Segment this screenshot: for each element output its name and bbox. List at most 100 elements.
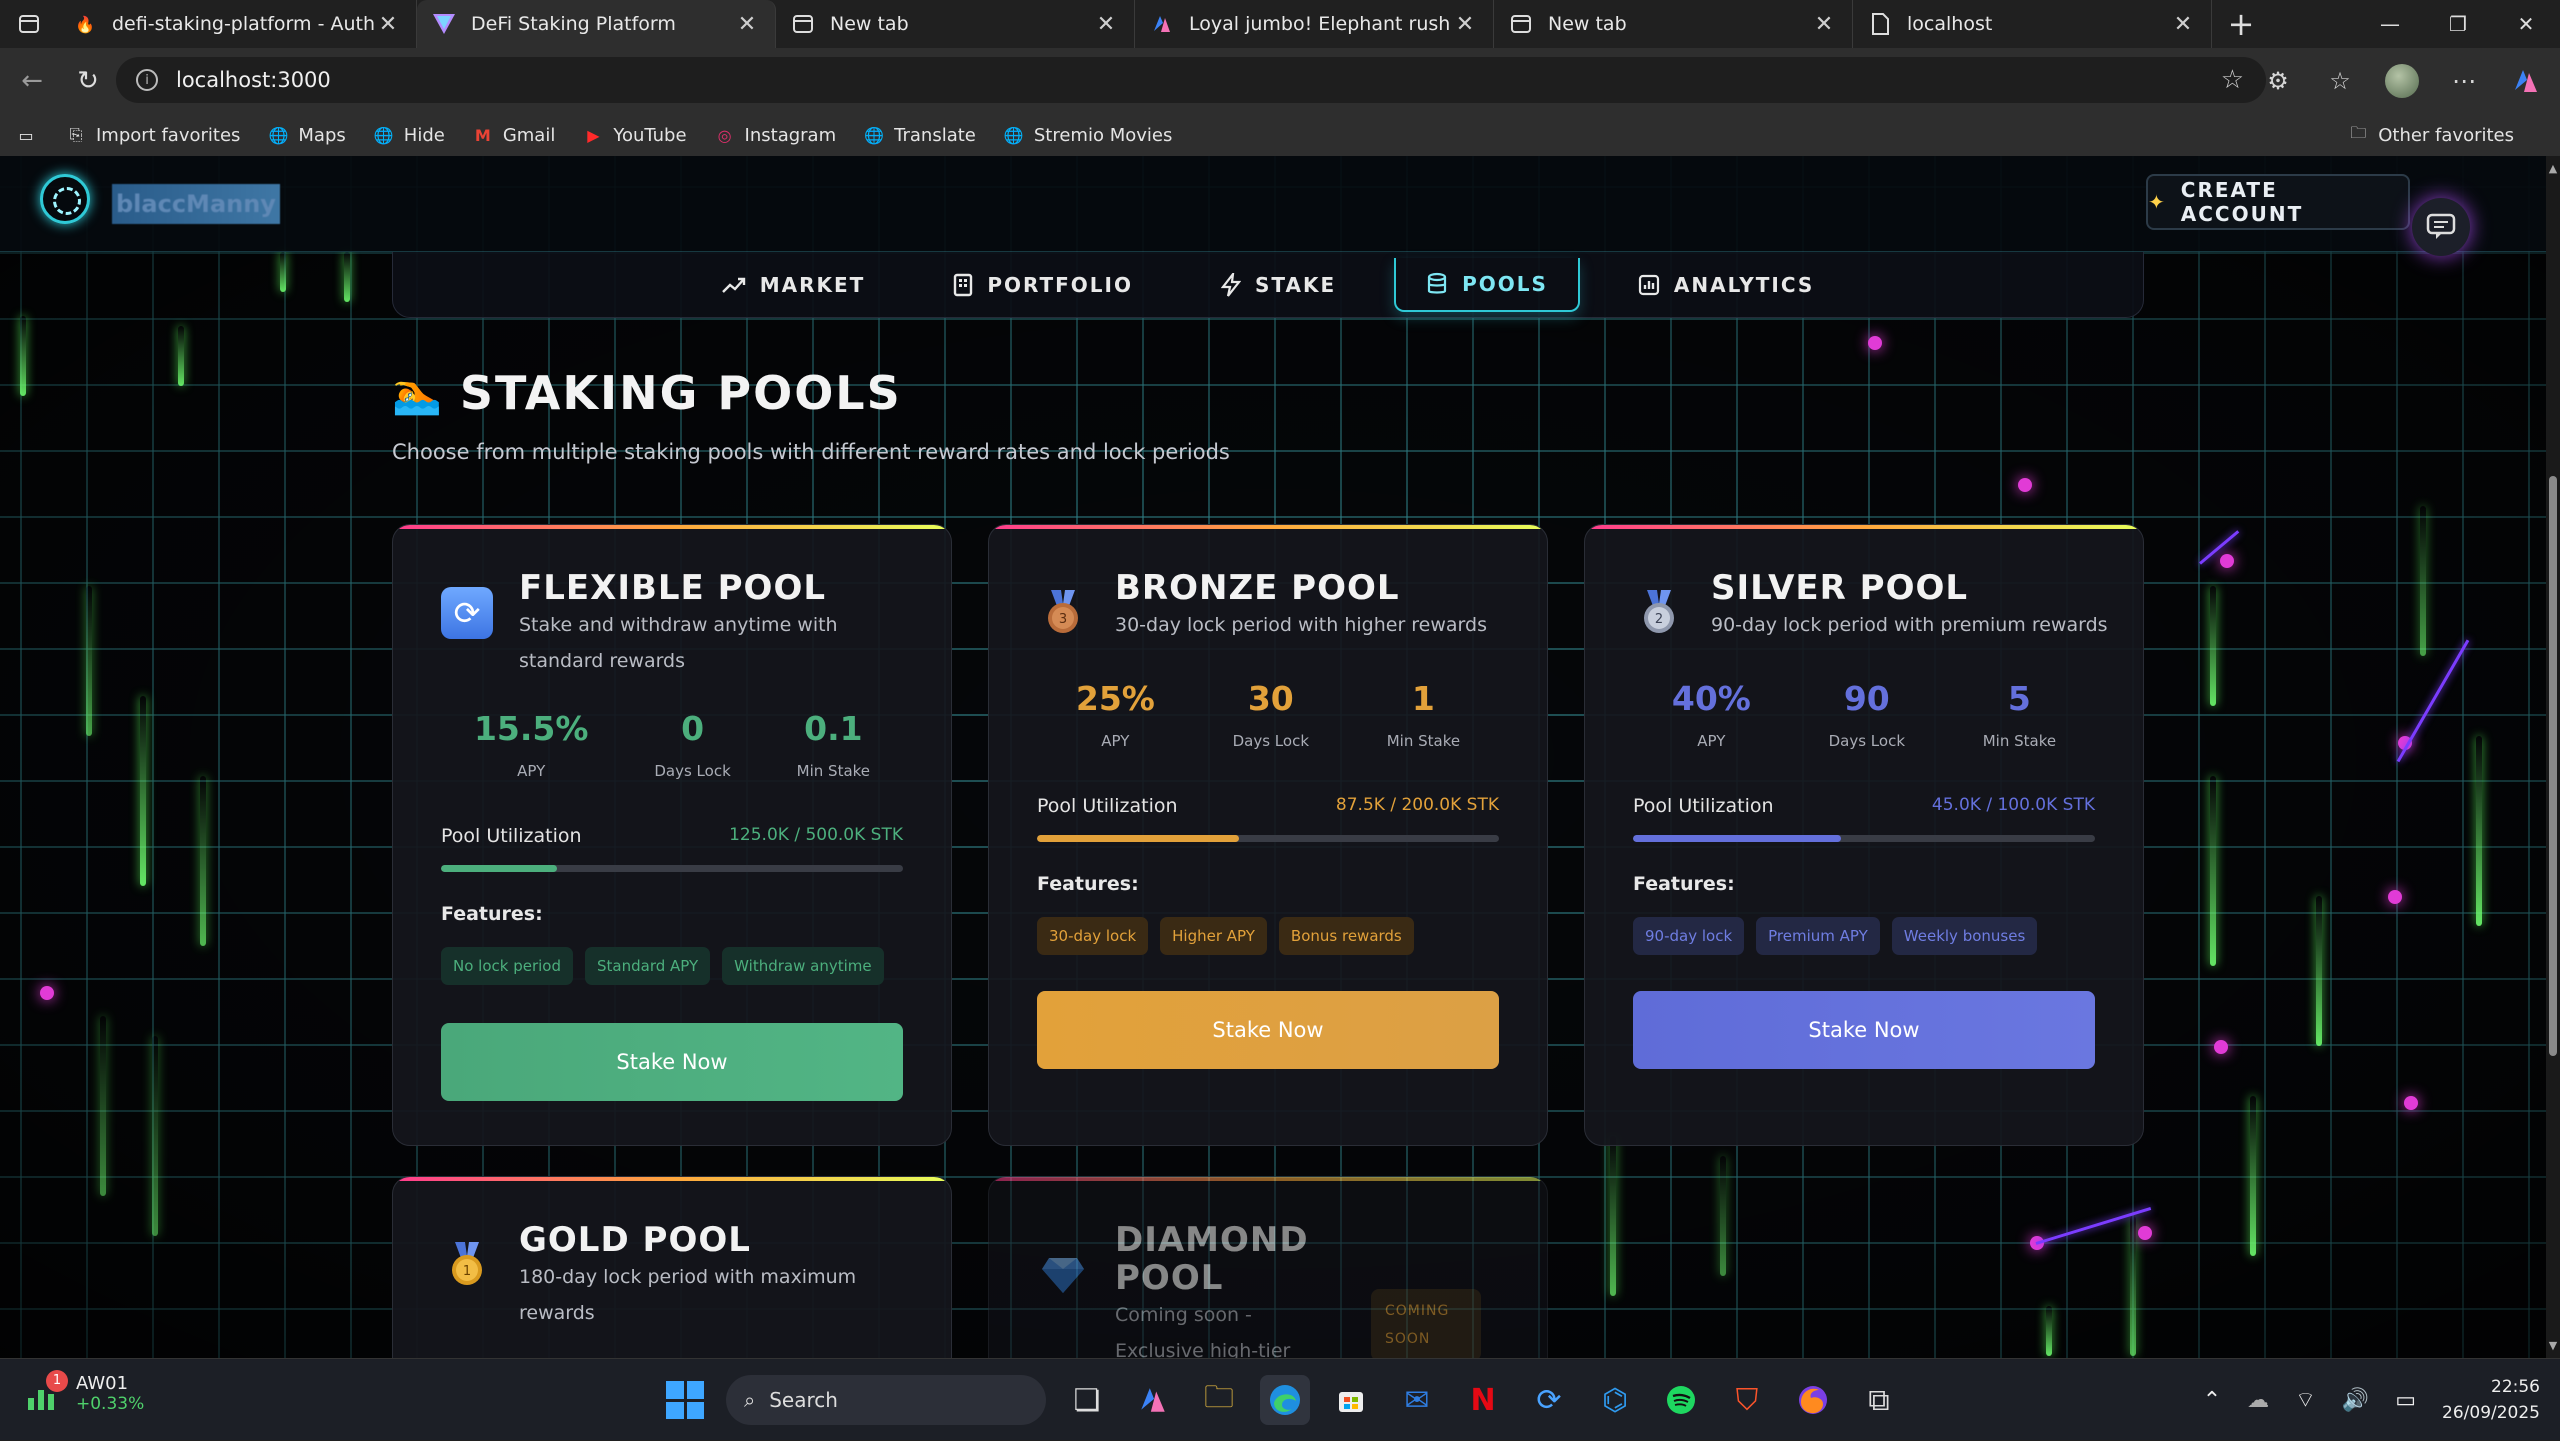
gmail-icon: M — [474, 125, 491, 145]
stat-label: APY — [517, 762, 546, 780]
chat-bubble-button[interactable] — [2412, 198, 2470, 256]
create-account-button[interactable]: ✦ CREATE ACCOUNT — [2146, 174, 2410, 230]
scrollbar-thumb[interactable] — [2549, 476, 2557, 1056]
copilot-app-icon[interactable] — [1128, 1375, 1178, 1425]
edge-browser-icon[interactable] — [1260, 1375, 1310, 1425]
close-tab-icon[interactable]: ✕ — [1810, 12, 1838, 37]
bookmark-stremio[interactable]: 🌐 Stremio Movies — [1002, 123, 1172, 147]
nav-stake[interactable]: STAKE — [1191, 259, 1366, 311]
page-scrollbar[interactable]: ▲ ▼ — [2546, 156, 2560, 1358]
nav-portfolio[interactable]: PORTFOLIO — [923, 259, 1163, 311]
file-explorer-icon[interactable]: 🗀 — [1194, 1375, 1244, 1425]
nav-analytics[interactable]: ANALYTICS — [1608, 259, 1844, 311]
stock-widget[interactable]: 1 AW01 +0.33% — [24, 1369, 144, 1414]
spotify-icon[interactable] — [1656, 1375, 1706, 1425]
bookmarks-menu-icon[interactable]: ▭ — [14, 123, 46, 147]
browser-tab-4[interactable]: Loyal jumbo! Elephant rushes to s ✕ — [1135, 0, 1494, 48]
close-tab-icon[interactable]: ✕ — [1092, 12, 1120, 37]
scroll-down-icon[interactable]: ▼ — [2546, 1339, 2560, 1352]
system-clock[interactable]: 22:56 26/09/2025 — [2442, 1374, 2540, 1426]
bookmark-hide[interactable]: 🌐 Hide — [372, 123, 445, 147]
reload-icon[interactable]: ↻ — [60, 53, 116, 109]
swimmer-icon: 🏊 — [392, 370, 442, 417]
volume-icon[interactable]: 🔊 — [2342, 1388, 2369, 1413]
store-icon[interactable] — [1326, 1375, 1376, 1425]
search-icon: ⌕ — [744, 1388, 756, 1412]
taskbar-search[interactable]: ⌕ Search — [726, 1375, 1046, 1425]
netflix-icon[interactable]: N — [1458, 1375, 1508, 1425]
back-arrow-icon[interactable]: ← — [4, 53, 60, 109]
bronze-medal-icon: 3 — [1037, 587, 1089, 639]
bookmark-translate[interactable]: 🌐 Translate — [862, 123, 976, 147]
svg-text:2: 2 — [1655, 612, 1663, 627]
bookmark-instagram[interactable]: ◎ Instagram — [713, 123, 837, 147]
onedrive-icon[interactable]: ☁ — [2247, 1388, 2269, 1413]
stat-value: 25% — [1075, 679, 1155, 718]
close-tab-icon[interactable]: ✕ — [374, 12, 402, 37]
stat-days-lock: 90 Days Lock — [1829, 679, 1905, 750]
stake-now-button-bronze[interactable]: Stake Now — [1037, 991, 1499, 1069]
start-button[interactable] — [660, 1375, 710, 1425]
bookmark-other-favorites[interactable]: 🗀 Other favorites — [2346, 114, 2514, 156]
stat-value: 30 — [1247, 679, 1294, 718]
logo-icon[interactable] — [40, 174, 90, 224]
tab-title: defi-staking-platform - Authentic — [112, 13, 374, 35]
bookmark-maps[interactable]: 🌐 Maps — [266, 123, 345, 147]
browser-tab-3[interactable]: New tab ✕ — [776, 0, 1135, 48]
brave-icon[interactable]: ⛉ — [1722, 1375, 1772, 1425]
stat-apy: 40% APY — [1672, 679, 1751, 750]
vscode-icon[interactable]: ⌬ — [1590, 1375, 1640, 1425]
pool-description: 180-day lock period with maximum rewards — [519, 1266, 857, 1324]
outlook-icon[interactable]: ✉ — [1392, 1375, 1442, 1425]
more-menu-icon[interactable]: ⋯ — [2440, 57, 2488, 105]
pool-name: BRONZE POOL — [1115, 568, 1400, 608]
utilization-label: Pool Utilization — [1633, 795, 1774, 817]
copilot-icon[interactable] — [2502, 57, 2550, 105]
gold-medal-icon: 1 — [441, 1239, 493, 1291]
site-info-icon[interactable]: i — [136, 69, 158, 91]
sync-app-icon[interactable]: ⟳ — [1524, 1375, 1574, 1425]
utilization-label: Pool Utilization — [441, 825, 582, 847]
nav-pools[interactable]: POOLS — [1394, 257, 1580, 312]
terminal-app-icon[interactable]: ⧉ — [1854, 1375, 1904, 1425]
profile-avatar[interactable] — [2378, 57, 2426, 105]
close-tab-icon[interactable]: ✕ — [1451, 12, 1479, 37]
task-view-icon[interactable]: ❏ — [1062, 1375, 1112, 1425]
tab-title: Loyal jumbo! Elephant rushes to s — [1189, 13, 1451, 35]
favorites-icon[interactable]: ☆ — [2316, 57, 2364, 105]
browser-tab-5[interactable]: New tab ✕ — [1494, 0, 1853, 48]
restore-icon[interactable]: ❐ — [2424, 0, 2492, 48]
wifi-icon[interactable]: ⌔ — [2295, 1386, 2316, 1414]
browser-tab-6[interactable]: localhost ✕ — [1853, 0, 2212, 48]
bookmark-gmail[interactable]: M Gmail — [471, 123, 555, 147]
matrix-streak — [2046, 1306, 2052, 1356]
stat-label: APY — [1697, 732, 1726, 750]
browser-tab-1[interactable]: 🔥 defi-staking-platform - Authentic ✕ — [58, 0, 417, 48]
taskbar-apps: ⌕ Search ❏ 🗀 ✉ N ⟳ ⌬ ⛉ ⧉ — [660, 1359, 1904, 1441]
feature-chip: 90-day lock — [1633, 917, 1745, 955]
logo-text[interactable]: blaccManny — [112, 184, 280, 224]
bookmark-label: Import favorites — [96, 124, 241, 146]
close-window-icon[interactable]: ✕ — [2492, 0, 2560, 48]
bookmark-import-favorites[interactable]: ⎘ Import favorites — [64, 123, 241, 147]
nav-market[interactable]: MARKET — [692, 259, 896, 311]
extensions-icon[interactable]: ⚙ — [2254, 57, 2302, 105]
close-tab-icon[interactable]: ✕ — [733, 12, 761, 37]
pool-stats: 25% APY 30 Days Lock 1 Min Stake — [1037, 679, 1499, 750]
scroll-up-icon[interactable]: ▲ — [2546, 162, 2560, 175]
stat-label: Days Lock — [654, 762, 731, 780]
chevron-up-icon[interactable]: ⌃ — [2203, 1388, 2221, 1413]
particle-orb — [1868, 336, 1882, 350]
close-tab-icon[interactable]: ✕ — [2169, 12, 2197, 37]
stake-now-button-silver[interactable]: Stake Now — [1633, 991, 2095, 1069]
new-tab-button[interactable]: + — [2212, 5, 2270, 43]
browser-tab-2[interactable]: DeFi Staking Platform ✕ — [417, 0, 776, 48]
minimize-icon[interactable]: — — [2356, 0, 2424, 48]
favorite-star-icon[interactable]: ☆ — [2221, 65, 2244, 95]
url-input[interactable]: i localhost:3000 ☆ — [116, 57, 2266, 103]
battery-icon[interactable]: ▭ — [2395, 1388, 2416, 1413]
stake-now-button-flexible[interactable]: Stake Now — [441, 1023, 903, 1101]
bookmark-youtube[interactable]: ▶ YouTube — [581, 123, 686, 147]
firefox-icon[interactable] — [1788, 1375, 1838, 1425]
tab-actions-icon[interactable] — [0, 0, 58, 48]
